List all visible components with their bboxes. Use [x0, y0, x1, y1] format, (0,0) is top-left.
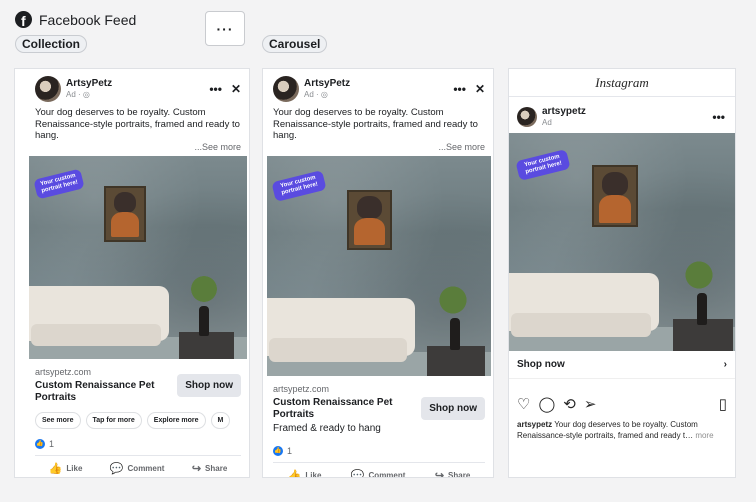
shop-now-button[interactable]: Shop now	[177, 373, 241, 397]
thumbs-up-icon: 👍	[48, 462, 63, 475]
link-domain: artsypetz.com	[35, 366, 92, 377]
chevron-right-icon: ›	[723, 359, 727, 370]
more-icon[interactable]: •••	[209, 82, 222, 96]
repost-icon[interactable]: ⟲	[563, 395, 576, 413]
ig-ad-header: artsypetz Ad •••	[509, 97, 735, 131]
facebook-icon: f	[15, 11, 32, 28]
comment-button[interactable]: 💬 Comment	[110, 462, 165, 475]
ad-image[interactable]: Your custom portrait here!	[29, 155, 247, 359]
close-icon[interactable]: ✕	[475, 82, 485, 96]
ig-shop-now-label: Shop now	[517, 359, 565, 370]
comment-icon: 💬	[350, 469, 365, 478]
avatar	[273, 76, 299, 102]
ad-header: ArtsyPetz Ad · ◎ ••• ✕	[29, 69, 247, 103]
more-icon[interactable]: •••	[453, 82, 466, 96]
share-button[interactable]: ↪ Share	[434, 469, 470, 478]
more-options-button[interactable]: ···	[205, 11, 245, 46]
portrait-frame	[592, 165, 638, 227]
carousel-ad: ArtsyPetz Ad · ◎ ••• ✕ Your dog deserves…	[267, 69, 491, 478]
action-bar: 👍 Like 💬 Comment ↪ Share	[273, 461, 485, 478]
see-more-link[interactable]: ...See more	[273, 142, 485, 152]
like-reaction-icon: 👍	[35, 438, 45, 449]
ig-caption: artsypetz Your dog deserves to be royalt…	[509, 413, 735, 441]
comment-icon: 💬	[109, 462, 124, 475]
portrait-frame	[347, 189, 392, 250]
share-button[interactable]: ↪ Share	[192, 462, 227, 475]
action-bar: 👍 Like 💬 Comment ↪ Share	[35, 454, 241, 475]
reaction-count[interactable]: 1	[287, 446, 292, 456]
ad-headline: Custom Renaissance Pet Portraits	[35, 379, 155, 403]
caption-more-link[interactable]: more	[695, 431, 713, 440]
placement-label-collection: Collection	[15, 35, 88, 53]
share-icon: ↪	[191, 462, 202, 475]
comment-button[interactable]: 💬 Comment	[350, 469, 406, 478]
sponsored-label: Ad · ◎	[304, 90, 328, 99]
ig-shop-now-bar[interactable]: Shop now ›	[509, 351, 735, 379]
collection-ad: ArtsyPetz Ad · ◎ ••• ✕ Your dog deserves…	[29, 69, 247, 477]
ad-copy: Your dog deserves to be royalty. Custom …	[29, 103, 247, 152]
more-icon[interactable]: •••	[712, 110, 725, 124]
comment-icon[interactable]: ◯	[538, 395, 555, 413]
placement-label-carousel: Carousel	[262, 35, 328, 53]
reaction-count[interactable]: 1	[49, 439, 54, 449]
avatar	[517, 107, 537, 127]
avatar	[35, 76, 61, 102]
page-title: Facebook Feed	[39, 11, 137, 28]
like-button[interactable]: 👍 Like	[287, 469, 322, 478]
like-button[interactable]: 👍 Like	[49, 462, 83, 475]
cta-row: artsypetz.com Custom Renaissance Pet Por…	[29, 359, 247, 404]
reaction-row: 👍 1	[267, 445, 491, 456]
ig-action-icons: ♡ ◯ ⟲ ➢ ▯	[509, 379, 735, 413]
ad-header: ArtsyPetz Ad · ◎ ••• ✕	[267, 69, 491, 103]
send-icon[interactable]: ➢	[584, 395, 597, 413]
ad-copy-text: Your dog deserves to be royalty. Custom …	[35, 107, 240, 141]
thumbs-up-icon: 👍	[287, 469, 302, 478]
ad-image[interactable]: Your custom portrait here!	[267, 155, 491, 376]
reaction-row: 👍 1	[29, 438, 247, 449]
collection-preview-card: ArtsyPetz Ad · ◎ ••• ✕ Your dog deserves…	[14, 68, 250, 478]
cta-row: artsypetz.com Custom Renaissance Pet Por…	[267, 376, 491, 434]
carousel-preview-card: ArtsyPetz Ad · ◎ ••• ✕ Your dog deserves…	[262, 68, 494, 478]
ad-description: Framed & ready to hang	[273, 422, 381, 434]
ad-headline: Custom Renaissance Pet Portraits	[273, 396, 393, 420]
chip-more[interactable]: M	[210, 411, 231, 429]
like-reaction-icon: 👍	[273, 445, 283, 456]
feed-header: f Facebook Feed	[15, 11, 136, 28]
portrait-frame	[104, 185, 146, 242]
chip-explore-more[interactable]: Explore more	[146, 411, 206, 429]
brand-name[interactable]: ArtsyPetz	[304, 78, 350, 89]
share-icon: ↪	[434, 469, 445, 478]
ad-copy: Your dog deserves to be royalty. Custom …	[267, 103, 491, 152]
shop-now-button[interactable]: Shop now	[421, 397, 485, 420]
ig-handle[interactable]: artsypetz	[542, 106, 586, 117]
see-more-link[interactable]: ...See more	[35, 142, 241, 152]
ad-copy-text: Your dog deserves to be royalty. Custom …	[273, 107, 478, 141]
link-domain: artsypetz.com	[273, 383, 330, 394]
heart-icon[interactable]: ♡	[517, 395, 530, 413]
sponsored-label: Ad	[542, 118, 552, 127]
chip-tap-for-more[interactable]: Tap for more	[85, 411, 142, 429]
collection-chips: See more Tap for more Explore more M	[29, 404, 247, 429]
bookmark-icon[interactable]: ▯	[719, 395, 727, 413]
chip-see-more[interactable]: See more	[35, 411, 81, 429]
ad-image[interactable]: Your custom portrait here!	[509, 133, 735, 351]
close-icon[interactable]: ✕	[231, 82, 241, 96]
sponsored-label: Ad · ◎	[66, 90, 90, 99]
instagram-preview-card: Instagram artsypetz Ad ••• Your custom p…	[508, 68, 736, 478]
instagram-logo: Instagram	[509, 69, 735, 97]
brand-name[interactable]: ArtsyPetz	[66, 78, 112, 89]
caption-handle[interactable]: artsypetz	[517, 420, 552, 429]
